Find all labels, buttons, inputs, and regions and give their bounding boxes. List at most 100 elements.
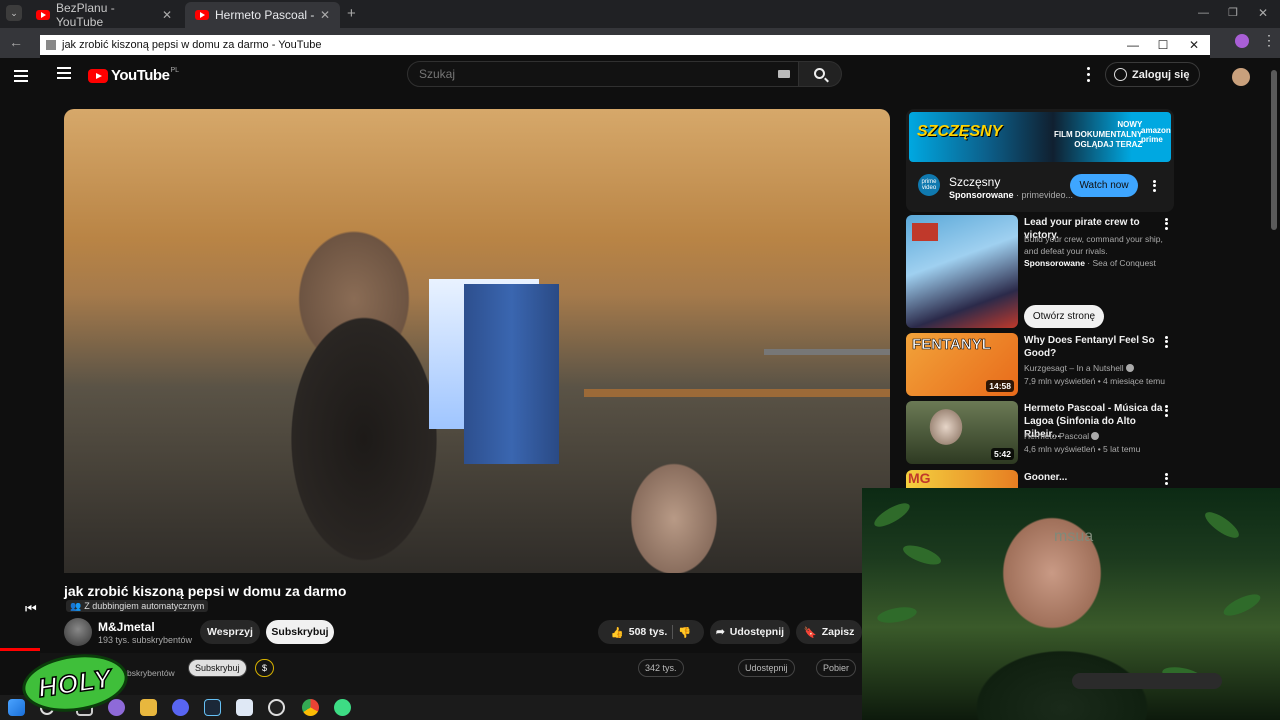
discord-icon[interactable] — [172, 699, 189, 716]
microphone-arm — [1072, 673, 1222, 689]
background-sign: msua — [1054, 528, 1094, 545]
more-options-icon[interactable] — [1162, 217, 1170, 231]
close-tab-icon[interactable]: ✕ — [162, 8, 172, 22]
avatar[interactable] — [1232, 68, 1250, 86]
maximize-icon[interactable]: ☐ — [1148, 35, 1178, 55]
minimize-icon[interactable]: — — [1118, 35, 1148, 55]
close-tab-icon[interactable]: ✕ — [320, 8, 330, 22]
app-icon[interactable] — [108, 699, 125, 716]
search-button[interactable] — [799, 61, 842, 87]
windows-start-icon[interactable] — [8, 699, 25, 716]
subscribe-button[interactable]: Subskrybuj — [188, 659, 247, 677]
more-options-icon[interactable] — [1162, 404, 1170, 418]
video-title: jak zrobić kiszoną pepsi w domu za darmo — [64, 583, 347, 599]
previous-icon[interactable]: ⏮ — [25, 601, 37, 617]
scrollbar[interactable] — [1271, 70, 1277, 230]
sponsored-ad-card[interactable]: SZCZĘSNY NOWY FILM DOKUMENTALNY OGLĄDAJ … — [906, 109, 1174, 212]
steam-icon[interactable] — [204, 699, 221, 716]
ad-banner[interactable]: SZCZĘSNY NOWY FILM DOKUMENTALNY OGLĄDAJ … — [909, 112, 1171, 162]
video-duration: 5:42 — [990, 448, 1014, 460]
app-icon[interactable] — [334, 699, 351, 716]
open-site-button[interactable]: Otwórz stronę — [1024, 305, 1104, 328]
taskbar — [0, 695, 862, 720]
plant-leaf — [1201, 507, 1243, 543]
curtain — [464, 284, 559, 464]
promo-meta: Sponsorowane · Sea of Conquest — [1024, 258, 1156, 268]
webcam-overlay: msua — [862, 488, 1280, 720]
like-count: 508 tys. — [628, 626, 668, 638]
channel-avatar[interactable] — [64, 618, 92, 646]
more-options-icon[interactable] — [1162, 335, 1170, 349]
video-thumbnail[interactable]: FENTANYL 14:58 — [906, 333, 1018, 396]
restore-icon[interactable]: ❐ — [1228, 6, 1238, 19]
video-thumbnail[interactable]: 5:42 — [906, 401, 1018, 464]
channel-name[interactable]: M&Jmetal — [98, 620, 155, 634]
plant-leaf — [871, 498, 913, 532]
save-button[interactable]: 🔖 Zapisz — [796, 620, 862, 644]
tab-bezplanu[interactable]: BezPlanu - YouTube ✕ — [26, 1, 182, 29]
minimize-icon[interactable]: — — [1198, 7, 1209, 19]
sponsored-label: Sponsorowane — [949, 190, 1014, 200]
subscribe-label: Subskrybuj — [271, 626, 329, 638]
hamburger-icon[interactable] — [14, 70, 28, 82]
video-player[interactable] — [64, 109, 890, 573]
hamburger-icon[interactable] — [57, 67, 71, 79]
dislike-button[interactable]: 👎 — [678, 626, 691, 639]
video-title[interactable]: Why Does Fentanyl Feel So Good? — [1024, 334, 1164, 360]
watch-now-button[interactable]: Watch now — [1070, 174, 1138, 197]
keyboard-icon[interactable] — [778, 70, 790, 78]
share-button[interactable]: ➦ Udostępnij — [710, 620, 790, 644]
close-window-icon[interactable]: ✕ — [1258, 6, 1268, 20]
popup-titlebar: jak zrobić kiszoną pepsi w domu za darmo… — [40, 35, 1210, 55]
verified-icon — [1125, 364, 1134, 372]
search-icon — [814, 68, 825, 79]
logo-text: YouTube — [111, 67, 170, 84]
channel-label: Hermeto Pascoal — [1024, 431, 1090, 441]
more-options-icon[interactable] — [1162, 472, 1170, 486]
file-explorer-icon[interactable] — [140, 699, 157, 716]
thumbnail-text: MG — [908, 470, 931, 486]
settings-menu-icon[interactable] — [1082, 65, 1094, 83]
search-box — [407, 61, 799, 87]
share-icon: ➦ — [715, 626, 725, 638]
tab-hermeto[interactable]: Hermeto Pascoal - Música da L ✕ — [185, 2, 340, 28]
search-input[interactable] — [408, 62, 798, 86]
pirate-flag — [912, 223, 938, 241]
channel-name: Hermeto Pascoal — [1024, 430, 1174, 442]
region-code: PL — [170, 67, 179, 74]
shelf — [584, 389, 890, 397]
video-title[interactable]: Gooner... — [1024, 471, 1164, 484]
dubbing-label: Z dubbingiem automatycznym — [84, 601, 205, 611]
share-button[interactable]: Udostępnij — [738, 659, 795, 677]
extension-icon[interactable] — [1235, 34, 1249, 48]
dubbing-icon: 👥 — [70, 600, 82, 611]
youtube-logo[interactable]: YouTube PL — [88, 67, 179, 84]
obs-icon[interactable] — [268, 699, 285, 716]
prime-video-icon: prime video — [918, 174, 940, 196]
back-arrow-icon[interactable]: ← — [9, 34, 23, 50]
download-button[interactable]: Pobier — [816, 659, 857, 677]
calendar-icon[interactable] — [236, 699, 253, 716]
like-button[interactable]: 👍 508 tys. — [611, 626, 668, 639]
browser-tabstrip: ⌄ BezPlanu - YouTube ✕ Hermeto Pascoal -… — [0, 0, 1280, 29]
close-icon[interactable]: ✕ — [1179, 35, 1209, 55]
subscribe-button[interactable]: Subskrybuj — [266, 620, 334, 644]
new-tab-button[interactable]: + — [347, 5, 356, 22]
like-count[interactable]: 342 tys. — [638, 659, 684, 677]
share-label: Udostępnij — [729, 626, 785, 638]
signin-label: Zaloguj się — [1132, 68, 1190, 81]
dollar-button[interactable]: $ — [255, 659, 275, 677]
chrome-icon[interactable] — [302, 699, 319, 716]
promo-thumbnail[interactable] — [906, 215, 1018, 328]
plant-leaf — [900, 541, 944, 569]
tab-search-icon[interactable]: ⌄ — [6, 5, 22, 21]
plant-leaf — [876, 604, 918, 626]
menu-icon[interactable]: ⋮ — [1262, 32, 1276, 49]
save-label: Zapisz — [821, 626, 855, 638]
more-options-icon[interactable] — [1150, 179, 1158, 193]
bookmark-icon: 🔖 — [803, 626, 817, 639]
sponsored-label: Sponsorowane — [1024, 258, 1085, 268]
support-button[interactable]: Wesprzyj — [200, 620, 260, 644]
verified-icon — [1091, 432, 1100, 440]
signin-button[interactable]: Zaloguj się — [1105, 62, 1200, 87]
